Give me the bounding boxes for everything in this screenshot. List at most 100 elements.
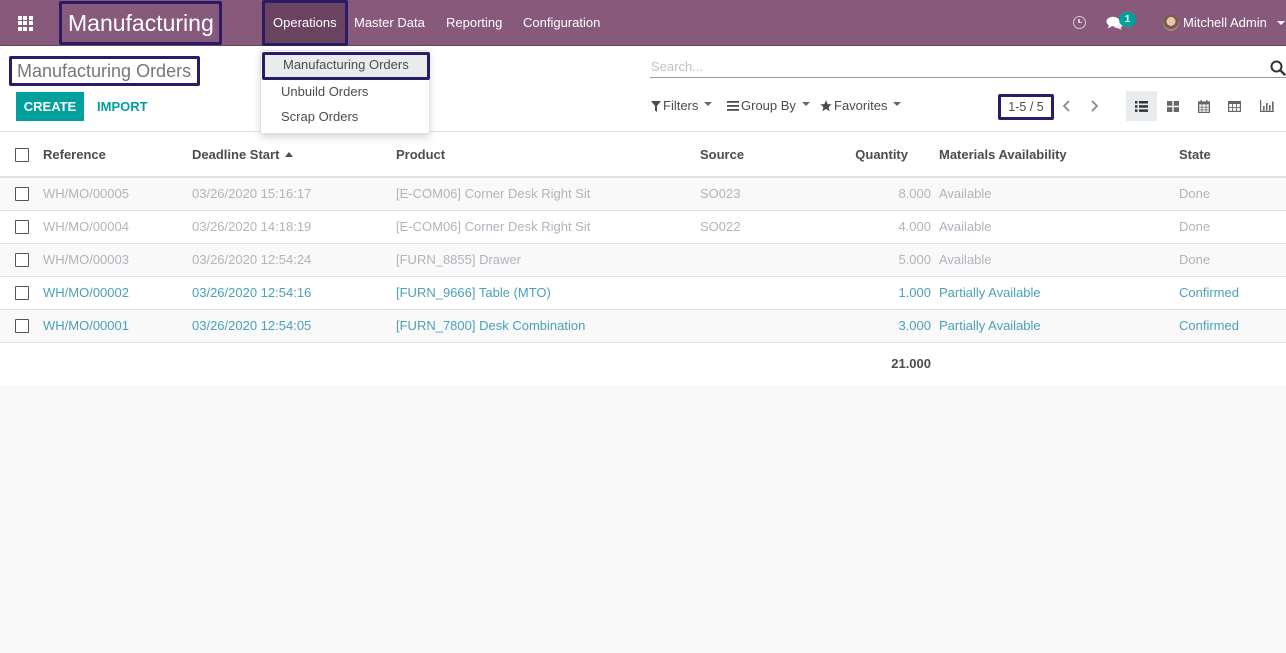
cell-reference: WH/MO/00005 bbox=[43, 186, 129, 201]
bars-icon bbox=[727, 101, 739, 111]
message-count-badge: 1 bbox=[1119, 12, 1136, 27]
cell-state: Done bbox=[1179, 219, 1211, 234]
table-row[interactable]: WH/MO/00003 03/26/2020 12:54:24 [FURN_8855… bbox=[0, 244, 1286, 277]
cell-product: [E-COM06] Corner Desk Right Sit bbox=[396, 219, 591, 234]
menu-operations[interactable]: Operations bbox=[262, 0, 348, 46]
control-panel: Manufacturing Orders CREATE IMPORT Filte… bbox=[0, 46, 1286, 132]
cell-deadline-start: 03/26/2020 12:54:05 bbox=[192, 318, 312, 333]
table-row[interactable]: WH/MO/00004 03/26/2020 14:18:19 [E-COM06] … bbox=[0, 211, 1286, 244]
app-brand-title[interactable]: Manufacturing bbox=[59, 1, 222, 45]
favorites-button[interactable]: Favorites bbox=[820, 96, 902, 116]
kanban-view-icon bbox=[1166, 100, 1179, 112]
row-checkbox[interactable] bbox=[15, 286, 29, 300]
table-header: Reference Deadline Start Product Source … bbox=[0, 132, 1286, 178]
manufacturing-orders-list: Reference Deadline Start Product Source … bbox=[0, 132, 1286, 385]
column-header-product[interactable]: Product bbox=[396, 132, 445, 178]
calendar-view-icon bbox=[1197, 99, 1210, 113]
pager-value[interactable]: 1-5 / 5 bbox=[998, 94, 1054, 120]
operations-dropdown-menu: Manufacturing Orders Unbuild Orders Scra… bbox=[260, 50, 430, 134]
menu-reporting[interactable]: Reporting bbox=[438, 0, 510, 46]
caret-down-icon bbox=[801, 102, 810, 106]
cell-deadline-start: 03/26/2020 15:16:17 bbox=[192, 186, 312, 201]
cell-state: Confirmed bbox=[1179, 285, 1239, 300]
cell-deadline-start: 03/26/2020 14:18:19 bbox=[192, 219, 312, 234]
cell-product: [FURN_8855] Drawer bbox=[396, 252, 521, 267]
column-header-quantity[interactable]: Quantity bbox=[830, 132, 908, 178]
menu-item-manufacturing-orders[interactable]: Manufacturing Orders bbox=[262, 52, 430, 80]
cell-source: SO022 bbox=[700, 219, 741, 234]
table-row[interactable]: WH/MO/00001 03/26/2020 12:54:05 [FURN_7800… bbox=[0, 310, 1286, 343]
menu-configuration[interactable]: Configuration bbox=[515, 0, 608, 46]
filters-button[interactable]: Filters bbox=[651, 96, 713, 116]
import-button[interactable]: IMPORT bbox=[91, 92, 154, 121]
cell-deadline-start: 03/26/2020 12:54:16 bbox=[192, 285, 312, 300]
cell-quantity: 5.000 bbox=[898, 252, 931, 267]
table-footer: 21.000 bbox=[0, 343, 1286, 385]
caret-down-icon bbox=[704, 102, 713, 106]
cell-materials-availability: Available bbox=[939, 252, 992, 267]
total-quantity: 21.000 bbox=[891, 356, 931, 371]
list-view-button[interactable] bbox=[1126, 91, 1157, 121]
menu-master-data[interactable]: Master Data bbox=[346, 0, 433, 46]
cell-quantity: 4.000 bbox=[898, 219, 931, 234]
activity-clock-icon[interactable] bbox=[1073, 16, 1086, 29]
row-checkbox[interactable] bbox=[15, 253, 29, 267]
filters-label: Filters bbox=[663, 98, 699, 113]
cell-deadline-start: 03/26/2020 12:54:24 bbox=[192, 252, 312, 267]
create-button[interactable]: CREATE bbox=[16, 92, 84, 121]
menu-item-scrap-orders[interactable]: Scrap Orders bbox=[261, 104, 429, 129]
cell-quantity: 3.000 bbox=[898, 318, 931, 333]
kanban-view-button[interactable] bbox=[1157, 91, 1188, 121]
cell-source: SO023 bbox=[700, 186, 741, 201]
select-all-checkbox[interactable] bbox=[15, 148, 29, 162]
graph-view-button[interactable] bbox=[1251, 91, 1282, 121]
pager-next-icon[interactable] bbox=[1087, 96, 1101, 116]
filter-icon bbox=[651, 100, 661, 112]
bar-chart-icon bbox=[1259, 100, 1274, 112]
column-header-state[interactable]: State bbox=[1179, 132, 1211, 178]
calendar-view-button[interactable] bbox=[1188, 91, 1219, 121]
cell-materials-availability: Available bbox=[939, 219, 992, 234]
cell-materials-availability: Available bbox=[939, 186, 992, 201]
row-checkbox[interactable] bbox=[15, 220, 29, 234]
apps-menu-button[interactable] bbox=[12, 11, 38, 35]
menu-item-unbuild-orders[interactable]: Unbuild Orders bbox=[261, 79, 429, 104]
column-header-deadline-start[interactable]: Deadline Start bbox=[192, 132, 294, 178]
search-input[interactable] bbox=[650, 56, 1250, 76]
main-navbar: Manufacturing Operations Master Data Rep… bbox=[0, 0, 1286, 46]
cell-materials-availability: Partially Available bbox=[939, 285, 1041, 300]
cell-product: [E-COM06] Corner Desk Right Sit bbox=[396, 186, 591, 201]
pivot-view-button[interactable] bbox=[1219, 91, 1250, 121]
search-bar bbox=[650, 56, 1286, 78]
caret-down-icon bbox=[893, 102, 902, 106]
row-checkbox[interactable] bbox=[15, 319, 29, 333]
cell-state: Done bbox=[1179, 186, 1211, 201]
list-view-icon bbox=[1135, 100, 1148, 112]
cell-materials-availability: Partially Available bbox=[939, 318, 1041, 333]
cell-state: Confirmed bbox=[1179, 318, 1239, 333]
user-menu-name[interactable]: Mitchell Admin bbox=[1183, 0, 1267, 46]
pager-previous-icon[interactable] bbox=[1060, 96, 1074, 116]
table-row[interactable]: WH/MO/00002 03/26/2020 12:54:16 [FURN_9666… bbox=[0, 277, 1286, 310]
cell-quantity: 8.000 bbox=[898, 186, 931, 201]
row-checkbox[interactable] bbox=[15, 187, 29, 201]
column-header-deadline-start-label: Deadline Start bbox=[192, 147, 280, 162]
column-header-materials-availability[interactable]: Materials Availability bbox=[939, 132, 1067, 178]
cell-reference: WH/MO/00001 bbox=[43, 318, 129, 333]
pivot-table-icon bbox=[1228, 100, 1241, 112]
cell-product: [FURN_9666] Table (MTO) bbox=[396, 285, 551, 300]
avatar[interactable] bbox=[1163, 15, 1179, 31]
apps-grid-icon bbox=[17, 15, 33, 31]
table-row[interactable]: WH/MO/00005 03/26/2020 15:16:17 [E-COM06] … bbox=[0, 178, 1286, 211]
search-icon[interactable] bbox=[1270, 60, 1286, 76]
cell-reference: WH/MO/00002 bbox=[43, 285, 129, 300]
column-header-reference[interactable]: Reference bbox=[43, 132, 106, 178]
cell-reference: WH/MO/00004 bbox=[43, 219, 129, 234]
user-menu-caret-icon[interactable] bbox=[1277, 21, 1285, 25]
star-icon bbox=[820, 100, 832, 112]
cell-product: [FURN_7800] Desk Combination bbox=[396, 318, 586, 333]
cell-reference: WH/MO/00003 bbox=[43, 252, 129, 267]
sort-ascending-icon bbox=[285, 152, 294, 157]
group-by-button[interactable]: Group By bbox=[727, 96, 810, 116]
column-header-source[interactable]: Source bbox=[700, 132, 744, 178]
